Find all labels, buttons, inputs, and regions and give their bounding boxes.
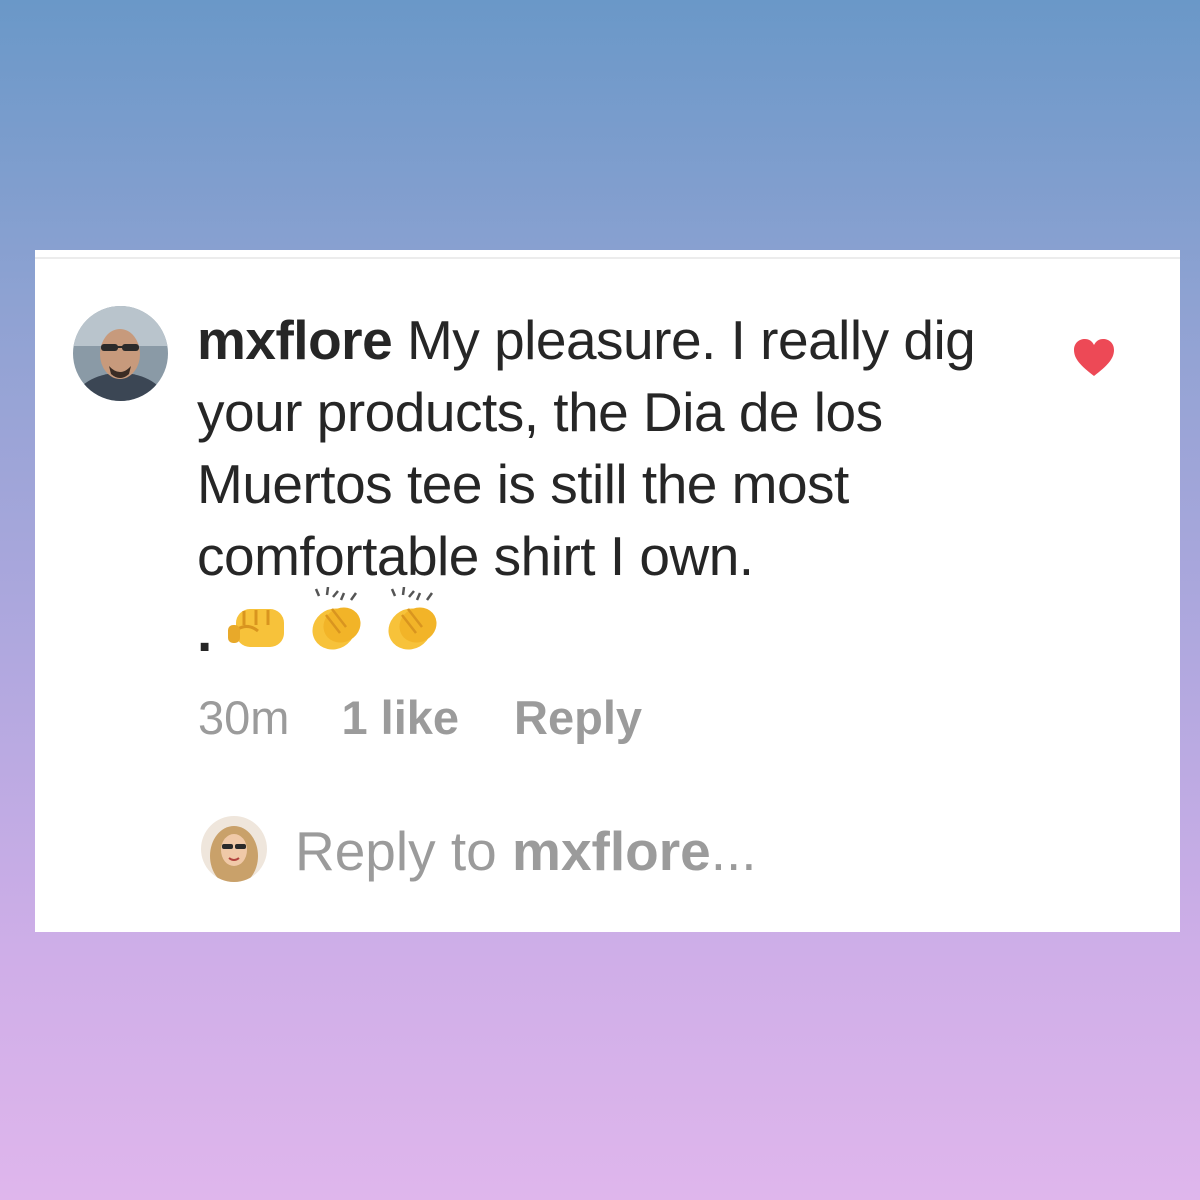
like-count-link[interactable]: 1 like [341, 690, 459, 745]
clapping-hands-icon [304, 586, 368, 660]
emoji-line: . [197, 586, 456, 663]
clapping-hands-icon [380, 586, 444, 660]
reply-input[interactable]: Reply to mxflore... [295, 818, 757, 884]
trailing-dot: . [197, 601, 213, 663]
comment-text: mxflore My pleasure. I really dig your p… [197, 304, 1057, 592]
comment-username[interactable]: mxflore [197, 309, 393, 371]
reply-input-prefix: Reply to [295, 820, 513, 882]
reply-input-target: mxflore [512, 820, 711, 882]
current-user-avatar [201, 816, 267, 882]
comment-card: mxflore My pleasure. I really dig your p… [35, 250, 1180, 932]
comment-meta: 30m 1 like Reply [198, 690, 642, 745]
comment-timestamp: 30m [198, 691, 290, 744]
reply-input-suffix: ... [710, 820, 757, 882]
divider [35, 257, 1180, 259]
commenter-avatar[interactable] [73, 306, 168, 401]
oncoming-fist-icon [228, 599, 292, 660]
like-heart-icon[interactable] [1073, 338, 1115, 378]
reply-button[interactable]: Reply [514, 690, 642, 745]
